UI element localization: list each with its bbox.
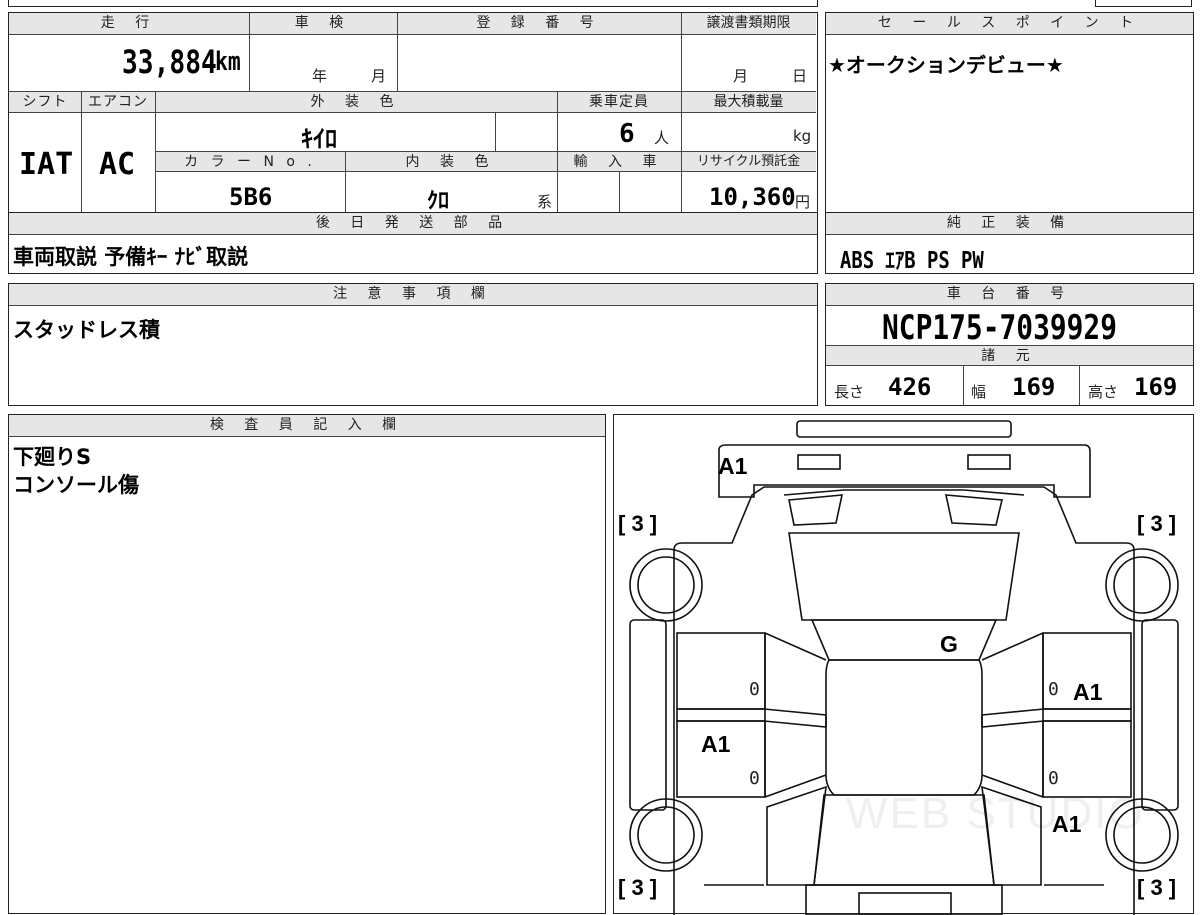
inspector-line-1: 下廻りS — [13, 445, 92, 469]
tire-front-right-mark: [ 3 ] — [1137, 511, 1177, 536]
right-front-door-mark: 0 — [1048, 679, 1059, 700]
length-value: 426 — [888, 373, 932, 401]
transfer-deadline-header: 譲渡書類期限 — [681, 13, 816, 35]
color-no-header: カ ラ ー N o . — [155, 151, 345, 172]
grid-line — [963, 366, 964, 405]
grid-line — [345, 151, 346, 212]
grid-line — [1079, 366, 1080, 405]
car-outline-diagram — [629, 420, 1179, 915]
car-diagram-box: [ 3 ] [ 3 ] [ 3 ] [ 3 ] A1 G 0 0 A1 A1 0… — [613, 414, 1194, 915]
grid-line — [495, 113, 496, 151]
capacity-unit: 人 — [654, 129, 670, 147]
shift-header: シフト — [9, 91, 81, 113]
left-rear-door-mark: 0 — [749, 768, 760, 789]
grid-line — [619, 172, 620, 212]
registration-header: 登 録 番 号 — [397, 13, 681, 35]
max-load-header: 最大積載量 — [681, 91, 816, 113]
watermark: WEB STUDIO — [846, 789, 1145, 838]
top-strip — [8, 0, 818, 7]
notes-text: スタッドレス積 — [13, 318, 160, 342]
right-rear-door-mark: 0 — [1048, 768, 1059, 789]
height-label: 高さ — [1088, 383, 1119, 401]
chassis-box: 車 台 番 号 NCP175-7039929 諸 元 長さ 426 幅 169 … — [825, 283, 1194, 406]
grid-line — [397, 13, 398, 91]
damage-mark-right-door: A1 — [1073, 679, 1103, 705]
aircon-value: AC — [99, 147, 136, 182]
inspection-year-unit: 年 — [312, 67, 328, 85]
damage-mark-glass: G — [940, 631, 958, 657]
inspector-box: 検 査 員 記 入 欄 下廻りS コンソール傷 — [8, 414, 606, 914]
specs-header: 諸 元 — [826, 345, 1193, 366]
exterior-color-value: ｷｲﾛ — [301, 125, 337, 153]
sales-point-text: ★オークションデビュー★ — [828, 53, 1064, 77]
notes-box: 注 意 事 項 欄 スタッドレス積 — [8, 283, 818, 406]
grid-line — [249, 13, 250, 91]
later-parts-box: 後 日 発 送 部 品 車両取説 予備ｷｰ ﾅﾋﾞ取説 — [8, 212, 818, 274]
chassis-number: NCP175-7039929 — [882, 308, 1117, 348]
interior-color-suffix: 系 — [537, 193, 553, 211]
inspection-month-unit: 月 — [371, 67, 387, 85]
tire-front-left-mark: [ 3 ] — [618, 511, 658, 536]
genuine-equipment-box: 純 正 装 備 ABS ｴｱB PS PW — [825, 212, 1194, 274]
genuine-equipment-text: ABS ｴｱB PS PW — [840, 248, 984, 274]
width-label: 幅 — [971, 383, 987, 401]
shift-value: IAT — [19, 147, 74, 182]
tire-rear-right-mark: [ 3 ] — [1137, 875, 1177, 900]
mileage-value-cell: 33,884 km — [9, 35, 249, 86]
height-value: 169 — [1134, 373, 1178, 401]
mileage-unit: km — [215, 47, 241, 77]
mileage-header: 走 行 — [9, 13, 249, 35]
width-value: 169 — [1012, 373, 1056, 401]
color-no-value: 5B6 — [229, 183, 273, 211]
recycle-unit: 円 — [795, 193, 811, 211]
vehicle-info-box: 走 行 車 検 登 録 番 号 譲渡書類期限 33,884 km 年 月 月 日… — [8, 12, 818, 214]
genuine-equipment-header: 純 正 装 備 — [826, 213, 1193, 235]
tire-rear-left-mark: [ 3 ] — [618, 875, 658, 900]
recycle-header: リサイクル預託金 — [681, 151, 816, 172]
mileage-value: 33,884 — [122, 43, 217, 81]
grid-line — [155, 91, 156, 212]
grid-line — [557, 91, 558, 212]
top-strip-right — [1095, 0, 1192, 7]
sales-point-box: セ ー ル ス ポ イ ン ト ★オークションデビュー★ — [825, 12, 1194, 213]
sales-point-header: セ ー ル ス ポ イ ン ト — [826, 13, 1193, 35]
damage-mark-left-rear-door: A1 — [701, 731, 731, 757]
capacity-value: 6 — [619, 119, 635, 149]
inspector-line-2: コンソール傷 — [13, 473, 139, 497]
import-header: 輸 入 車 — [557, 151, 681, 172]
exterior-color-header: 外 装 色 — [155, 91, 557, 113]
grid-line — [681, 13, 682, 212]
capacity-header: 乗車定員 — [557, 91, 681, 113]
inspector-header: 検 査 員 記 入 欄 — [9, 415, 605, 437]
max-load-unit: kg — [793, 127, 812, 145]
damage-mark-bumper: A1 — [718, 453, 748, 479]
later-parts-header: 後 日 発 送 部 品 — [9, 213, 817, 235]
transfer-month-unit: 月 — [733, 67, 749, 85]
recycle-value: 10,360 — [709, 183, 796, 211]
left-front-door-mark: 0 — [749, 679, 760, 700]
interior-color-header: 内 装 色 — [345, 151, 557, 172]
grid-line — [81, 91, 82, 212]
length-label: 長さ — [834, 383, 865, 401]
transfer-day-unit: 日 — [792, 67, 808, 85]
chassis-header: 車 台 番 号 — [826, 284, 1193, 306]
aircon-header: エアコン — [81, 91, 155, 113]
inspection-header: 車 検 — [249, 13, 397, 35]
later-parts-text: 車両取説 予備ｷｰ ﾅﾋﾞ取説 — [13, 245, 249, 269]
interior-color-value: ｸﾛ — [427, 189, 450, 214]
notes-header: 注 意 事 項 欄 — [9, 284, 817, 306]
